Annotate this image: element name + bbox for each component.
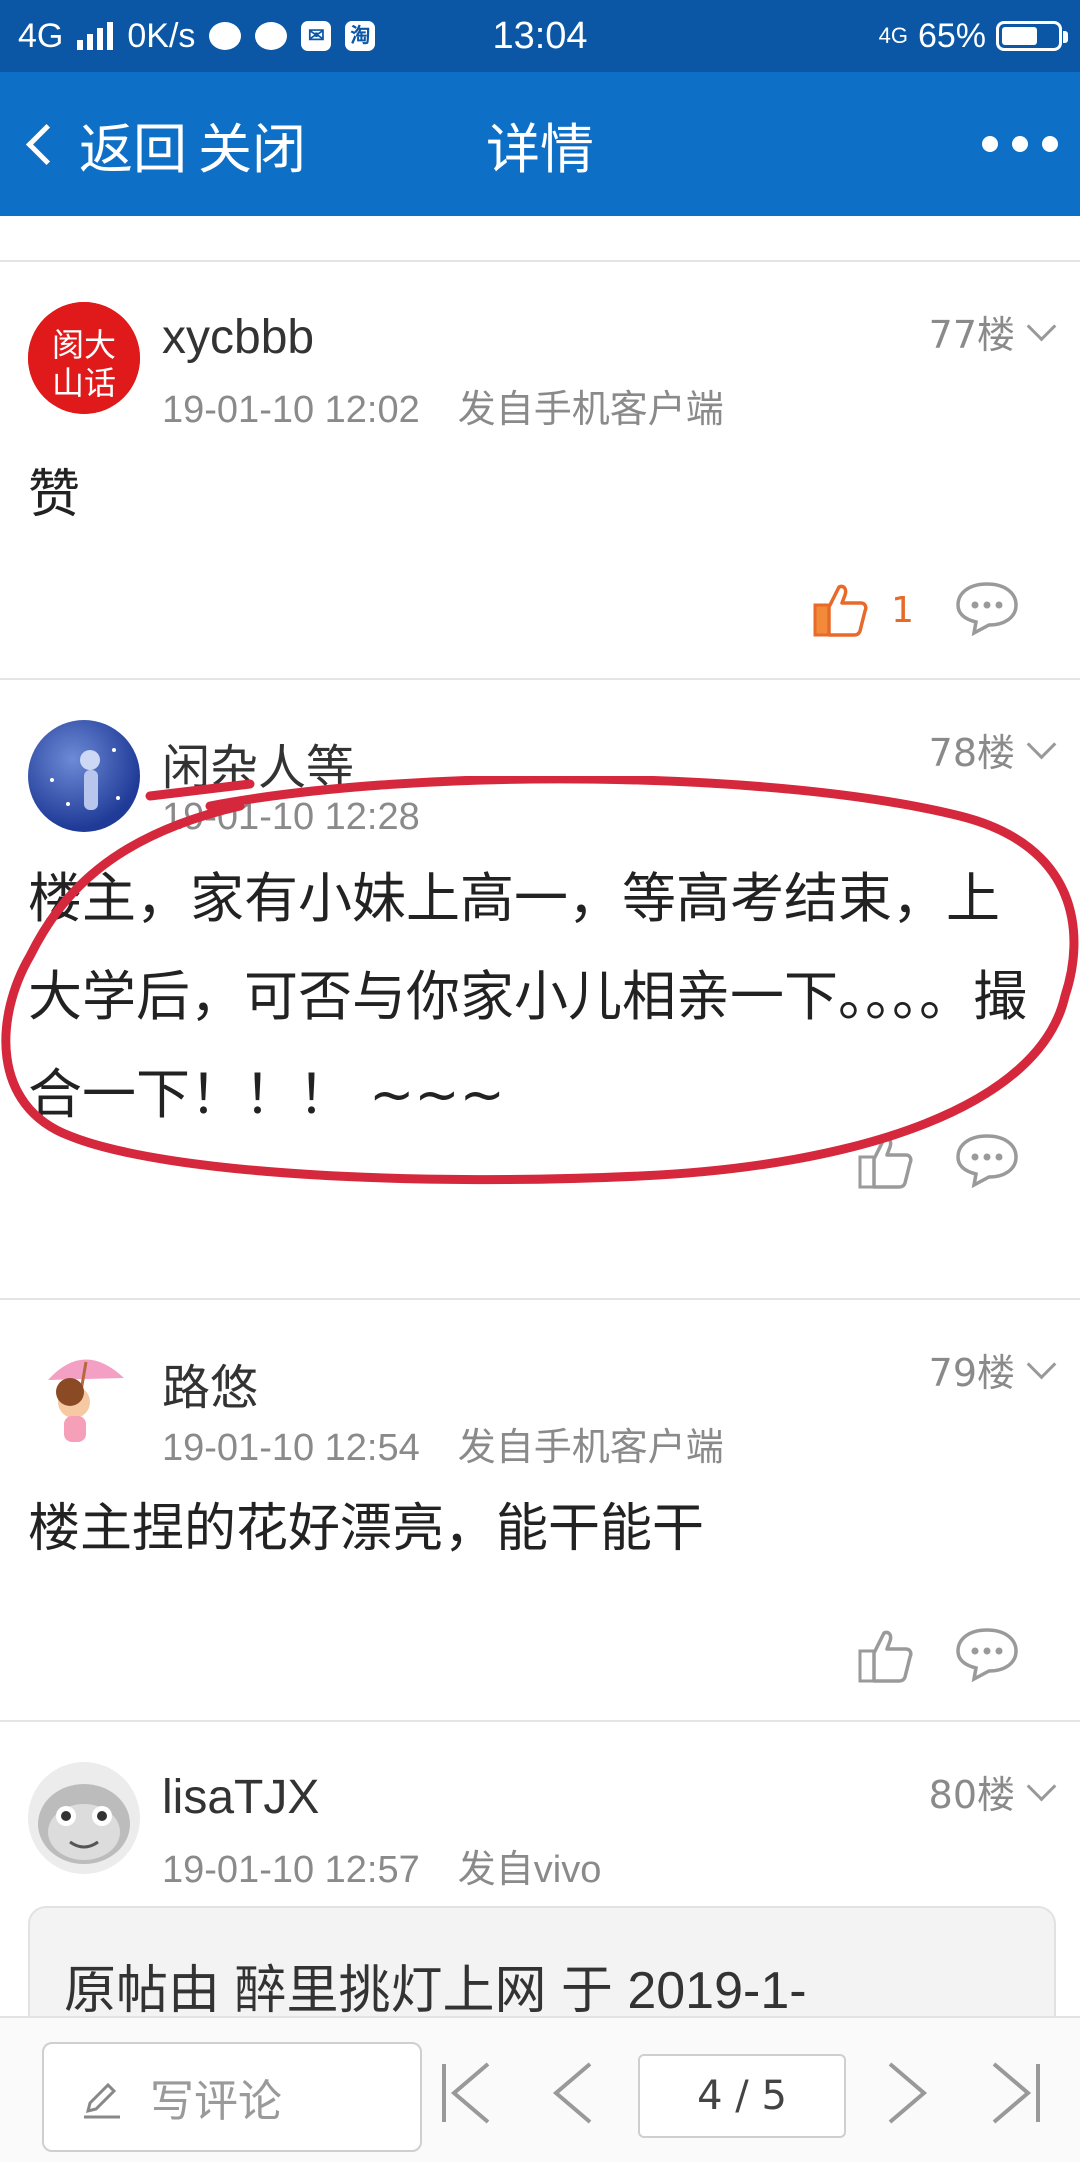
chevron-down-icon bbox=[1026, 729, 1057, 760]
comment-bubble-icon bbox=[956, 1628, 1018, 1683]
chevron-down-icon bbox=[1026, 1771, 1057, 1802]
floor-dropdown[interactable]: 79楼 bbox=[928, 1342, 1057, 1397]
post-content: 楼主捏的花好漂亮，能干能干 bbox=[28, 1499, 705, 1559]
back-label: 返回 bbox=[79, 117, 187, 181]
post-actions bbox=[856, 1132, 1020, 1192]
post-meta: 19-01-10 12:54 发自手机客户端 bbox=[162, 1416, 724, 1471]
taobao-icon: 淘 bbox=[345, 21, 376, 51]
like-button[interactable] bbox=[856, 1133, 914, 1191]
more-dot-icon bbox=[982, 136, 998, 152]
avatar[interactable]: 阂大 山话 bbox=[28, 302, 140, 414]
post-item: lisaTJX 19-01-10 12:57 发自vivo 80楼 原帖由 醉里挑… bbox=[0, 1722, 1080, 2016]
floor-number: 78楼 bbox=[928, 731, 1015, 775]
like-button[interactable]: 1 bbox=[811, 581, 914, 639]
avatar-image bbox=[50, 748, 120, 810]
battery-icon bbox=[996, 21, 1068, 51]
post-date: 19-01-10 12:57 bbox=[162, 1849, 420, 1891]
post-source: 发自手机客户端 bbox=[457, 389, 724, 431]
avatar-image: 阂大 山话 bbox=[28, 302, 140, 414]
thumbs-up-icon bbox=[858, 1630, 913, 1683]
battery-fill bbox=[1002, 27, 1037, 45]
quoted-post[interactable]: 原帖由 醉里挑灯上网 于 2019-1- bbox=[28, 1906, 1056, 2016]
write-comment-button[interactable]: 写评论 bbox=[42, 2042, 422, 2152]
avatar[interactable] bbox=[28, 720, 140, 832]
post-meta: 19-01-10 12:02 发自手机客户端 bbox=[162, 378, 724, 433]
nav-bar: 返回 关闭 详情 bbox=[0, 72, 1080, 216]
battery-percent: 65% bbox=[917, 16, 986, 55]
post-content: 楼主，家有小妹上高一，等高考结束，上大学后，可否与你家小儿相亲一下。。。。撮合一… bbox=[28, 867, 1027, 1126]
next-page-button[interactable] bbox=[872, 2058, 942, 2128]
network-speed: 0K/s bbox=[127, 16, 196, 55]
floor-number: 77楼 bbox=[928, 313, 1015, 357]
comment-feed[interactable]: 阂大 山话 xycbbb 19-01-10 12:02 发自手机客户端 77楼 赞… bbox=[0, 216, 1080, 2016]
post-source: 发自vivo bbox=[457, 1849, 602, 1891]
signal-icon bbox=[77, 22, 114, 50]
comment-bubble-icon bbox=[956, 1134, 1018, 1189]
quote-text: 原帖由 醉里挑灯上网 于 2019-1- bbox=[64, 1962, 807, 2016]
post-date: 19-01-10 12:02 bbox=[162, 389, 420, 431]
author-name[interactable]: lisaTJX bbox=[162, 1770, 319, 1825]
avatar-image bbox=[48, 1359, 124, 1442]
bottom-bar: 写评论 4 / 5 bbox=[0, 2016, 1080, 2162]
post-actions: 1 bbox=[811, 580, 1020, 640]
author-name[interactable]: 路悠 bbox=[162, 1348, 258, 1418]
like-count: 1 bbox=[891, 589, 914, 631]
prev-page-button[interactable] bbox=[538, 2058, 608, 2128]
chevron-left-icon bbox=[25, 123, 68, 165]
pencil-icon bbox=[84, 2082, 120, 2119]
close-button[interactable]: 关闭 bbox=[198, 72, 306, 216]
post-date: 19-01-10 12:28 bbox=[162, 796, 420, 838]
comment-button[interactable] bbox=[954, 1626, 1020, 1686]
post-item: 闲杂人等 19-01-10 12:28 78楼 楼主，家有小妹上高一，等高考结束… bbox=[0, 680, 1080, 1280]
comment-button[interactable] bbox=[954, 1132, 1020, 1192]
post-meta: 19-01-10 12:28 bbox=[162, 796, 420, 839]
author-name[interactable]: xycbbb bbox=[162, 310, 314, 365]
post-item: 路悠 19-01-10 12:54 发自手机客户端 79楼 楼主捏的花好漂亮，能干… bbox=[0, 1300, 1080, 1720]
post-meta: 19-01-10 12:57 发自vivo bbox=[162, 1838, 601, 1893]
post-content: 赞 bbox=[28, 465, 81, 525]
post-item: 阂大 山话 xycbbb 19-01-10 12:02 发自手机客户端 77楼 赞… bbox=[0, 262, 1080, 676]
author-name[interactable]: 闲杂人等 bbox=[162, 728, 354, 798]
floor-dropdown[interactable]: 77楼 bbox=[928, 304, 1057, 359]
first-page-button[interactable] bbox=[432, 2058, 502, 2128]
network-type: 4G bbox=[18, 16, 64, 55]
floor-dropdown[interactable]: 80楼 bbox=[928, 1764, 1057, 1819]
avatar[interactable] bbox=[28, 1762, 140, 1874]
more-menu-button[interactable] bbox=[982, 72, 1058, 216]
thumbs-up-icon bbox=[858, 1136, 913, 1189]
more-dot-icon bbox=[1042, 136, 1058, 152]
thumbs-up-icon bbox=[813, 584, 868, 637]
network-type-right: 4G bbox=[878, 23, 908, 48]
comment-button[interactable] bbox=[954, 580, 1020, 640]
like-button[interactable] bbox=[856, 1627, 914, 1685]
status-left: 4G 0K/s ✉ 淘 bbox=[18, 0, 376, 72]
last-page-button[interactable] bbox=[980, 2058, 1050, 2128]
floor-dropdown[interactable]: 78楼 bbox=[928, 722, 1057, 777]
back-button[interactable]: 返回 bbox=[22, 72, 187, 216]
avatar-image bbox=[38, 1784, 130, 1864]
status-right: 4G 65% bbox=[878, 0, 1068, 72]
comment-bubble-icon bbox=[956, 582, 1018, 637]
mail-icon: ✉ bbox=[301, 21, 332, 51]
browser-icon bbox=[255, 22, 288, 50]
status-bar: 4G 0K/s ✉ 淘 13:04 4G 65% bbox=[0, 0, 1080, 72]
chevron-down-icon bbox=[1026, 311, 1057, 342]
write-comment-label: 写评论 bbox=[150, 2076, 282, 2127]
post-source: 发自手机客户端 bbox=[457, 1427, 724, 1469]
avatar[interactable] bbox=[28, 1340, 140, 1452]
chat-icon bbox=[209, 22, 242, 50]
floor-number: 79楼 bbox=[928, 1351, 1015, 1395]
svg-text:山话: 山话 bbox=[52, 364, 116, 402]
post-date: 19-01-10 12:54 bbox=[162, 1427, 420, 1469]
page-indicator[interactable]: 4 / 5 bbox=[638, 2054, 846, 2138]
post-actions bbox=[856, 1626, 1020, 1686]
floor-number: 80楼 bbox=[928, 1773, 1015, 1817]
more-dot-icon bbox=[1012, 136, 1028, 152]
chevron-down-icon bbox=[1026, 1349, 1057, 1380]
svg-text:阂大: 阂大 bbox=[52, 326, 116, 364]
